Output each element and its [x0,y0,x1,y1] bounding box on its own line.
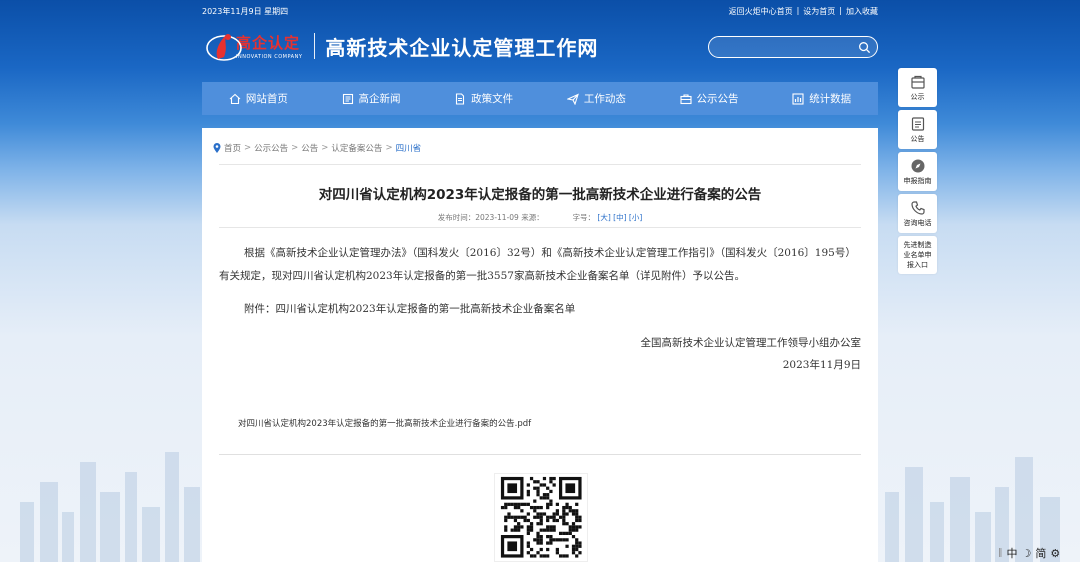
phone-icon [910,200,925,215]
logo-mark-icon [206,34,242,61]
breadcrumb-current[interactable]: 四川省 [396,142,422,154]
notice-icon [911,116,924,131]
sign-date: 2023年11月9日 [782,359,861,371]
side-item-notice[interactable]: 公告 [898,110,937,149]
lang-separator: ‖ [998,548,1003,558]
top-links: 返回火炬中心首页 | 设为首页 | 加入收藏 [729,6,878,17]
nav-news[interactable]: 高企新闻 [315,82,428,115]
qr-code-icon [494,473,588,562]
nav-work[interactable]: 工作动态 [540,82,653,115]
briefcase-icon [679,93,692,104]
attachment-pdf-link[interactable]: 对四川省认定机构2023年认定报备的第一批高新技术企业进行备案的公告.pdf [238,417,531,429]
current-date: 2023年11月9日 星期四 [202,7,289,16]
link-separator: | [796,6,800,15]
nav-home[interactable]: 网站首页 [202,82,315,115]
side-menu: 公示 公告 申报指南 咨询电话 先进制造 业名单申 报入口 [898,68,937,277]
news-icon [342,93,353,104]
link-add-favorite[interactable]: 加入收藏 [846,6,878,17]
gear-icon[interactable]: ⚙ [1050,547,1060,560]
chart-icon [792,92,804,105]
site-title: 高新技术企业认定管理工作网 [325,35,599,60]
side-item-label-line: 报入口 [907,261,928,269]
breadcrumb-separator: > [385,143,393,153]
breadcrumb-notice[interactable]: 公告 [301,142,318,154]
article-signature: 全国高新技术企业认定管理工作领导小组办公室 2023年11月9日 [219,332,862,376]
side-item-label: 公示 [910,92,925,101]
divider [219,227,861,228]
article-meta: 发布时间：2023-11-09 来源： 字号： [大] [中] [小] [202,212,878,223]
side-item-manufacturing[interactable]: 先进制造 业名单申 报入口 [898,236,937,274]
compass-icon [911,159,924,172]
breadcrumb-filing[interactable]: 认定备案公告 [331,142,382,154]
location-pin-icon [213,143,221,153]
search-input[interactable] [719,40,859,54]
article-attachment-note: 附件：四川省认定机构2023年认定报备的第一批高新技术企业备案名单 [244,303,576,315]
nav-announcement[interactable]: 公示公告 [653,82,766,115]
breadcrumb-separator: > [291,143,299,153]
breadcrumb-publicity[interactable]: 公示公告 [254,142,288,154]
nav-work-label: 工作动态 [583,93,626,105]
logo-name-cn: 高企认定 [236,34,301,52]
publish-info: 发布时间：2023-11-09 来源： [437,213,544,222]
side-item-label-line: 先进制造 [903,241,932,249]
publicity-icon [910,75,925,89]
font-size-label: 字号： [572,213,596,222]
font-size-small[interactable]: [小] [629,213,642,222]
breadcrumb-separator: > [244,143,252,153]
moon-icon[interactable]: ☽ [1022,547,1032,560]
link-set-homepage[interactable]: 设为首页 [803,6,835,17]
lang-chinese[interactable]: 中 [1007,545,1018,561]
nav-statistics[interactable]: 统计数据 [765,82,878,115]
breadcrumb-home[interactable]: 首页 [224,142,241,154]
side-item-label: 咨询电话 [903,218,932,227]
send-icon [566,92,579,105]
article-panel: 首页 > 公示公告 > 公告 > 认定备案公告 > 四川省 对四川省认定机构20… [202,128,878,562]
home-icon [229,93,241,104]
logo-name-en: INNOVATION COMPANY [236,54,303,60]
article-title: 对四川省认定机构2023年认定报备的第一批高新技术企业进行备案的公告 [318,187,762,203]
side-item-label: 公告 [910,134,925,143]
side-item-guide[interactable]: 申报指南 [898,152,937,191]
nav-policy[interactable]: 政策文件 [427,82,540,115]
side-item-label: 申报指南 [903,176,932,185]
site-logo[interactable]: 高企认定 INNOVATION COMPANY 高新技术企业认定管理工作网 [204,28,598,64]
sign-organization: 全国高新技术企业认定管理工作领导小组办公室 [640,337,862,349]
nav-news-label: 高企新闻 [358,93,401,105]
article-body: 根据《高新技术企业认定管理办法》（国科发火〔2016〕32号）和《高新技术企业认… [219,242,861,376]
main-nav: 网站首页 高企新闻 政策文件 工作动态 公示公告 统计数据 [202,82,878,115]
nav-home-label: 网站首页 [245,93,288,105]
link-separator: | [839,6,842,15]
breadcrumb: 首页 > 公示公告 > 公告 > 认定备案公告 > 四川省 [213,142,421,154]
top-bar: 2023年11月9日 星期四 返回火炬中心首页 | 设为首页 | 加入收藏 [202,4,878,18]
nav-announcement-label: 公示公告 [696,93,739,105]
divider [219,454,861,455]
breadcrumb-separator: > [321,143,329,153]
language-switch: ‖ 中 ☽ 简 ⚙ [998,545,1060,561]
logo-divider [314,33,316,59]
article-paragraph: 根据《高新技术企业认定管理办法》（国科发火〔2016〕32号）和《高新技术企业认… [219,247,856,282]
font-size-large[interactable]: [大] [597,213,610,222]
search-icon[interactable] [858,41,871,54]
nav-statistics-label: 统计数据 [809,93,852,105]
side-item-label-line: 业名单申 [903,251,932,259]
search-box [708,36,878,58]
divider [219,164,861,165]
nav-policy-label: 政策文件 [471,93,514,105]
side-item-phone[interactable]: 咨询电话 [898,194,937,233]
font-size-medium[interactable]: [中] [613,213,626,222]
link-torch-home[interactable]: 返回火炬中心首页 [729,6,793,17]
side-item-publicity[interactable]: 公示 [898,68,937,107]
document-icon [456,92,465,105]
lang-simplified[interactable]: 简 [1035,545,1046,561]
